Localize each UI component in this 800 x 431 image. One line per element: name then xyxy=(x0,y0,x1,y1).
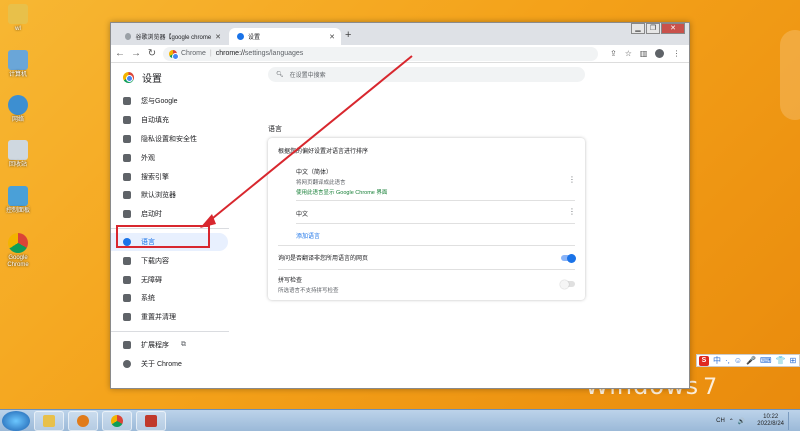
show-desktop-button[interactable] xyxy=(788,412,796,430)
start-button[interactable] xyxy=(2,410,30,431)
system-tray: CH ⌃ 🔊 10:22 2022/8/24 xyxy=(716,412,796,430)
clock[interactable]: 10:22 2022/8/24 xyxy=(757,414,784,428)
taskbar: CH ⌃ 🔊 10:22 2022/8/24 xyxy=(0,409,800,431)
chrome-icon xyxy=(111,414,123,427)
taskbar-explorer[interactable] xyxy=(34,410,64,431)
show-hidden-icons[interactable]: ⌃ xyxy=(729,418,734,425)
taskbar-chrome[interactable] xyxy=(102,410,132,431)
app-icon xyxy=(145,414,157,427)
taskbar-media-player[interactable] xyxy=(68,410,98,431)
language-indicator[interactable]: CH xyxy=(716,418,725,424)
taskbar-app[interactable] xyxy=(136,410,166,431)
annotation-highlight-box xyxy=(116,225,210,248)
annotation-arrow xyxy=(200,55,413,228)
folder-icon xyxy=(43,414,55,427)
media-player-icon xyxy=(77,414,89,427)
volume-icon[interactable]: 🔊 xyxy=(738,418,745,425)
